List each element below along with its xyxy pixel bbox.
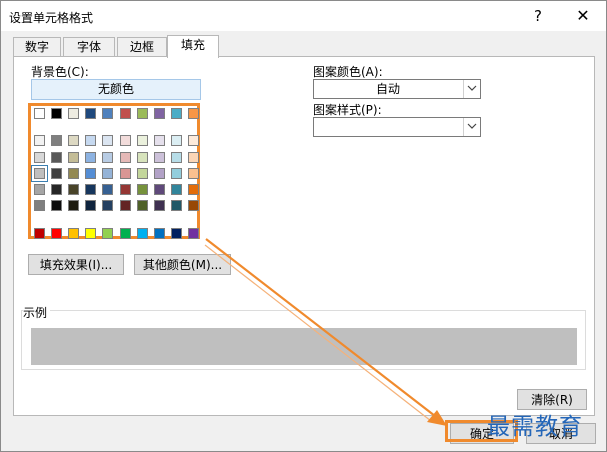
annotation-arrow [204, 238, 447, 426]
watermark-text: 最需教育 [487, 414, 583, 440]
tab-fill[interactable]: 填充 [167, 35, 219, 58]
format-cells-dialog: 设置单元格格式 ? ✕ 数字 字体 边框 填充 背景色(C): 无颜色 填充效果… [0, 0, 607, 452]
